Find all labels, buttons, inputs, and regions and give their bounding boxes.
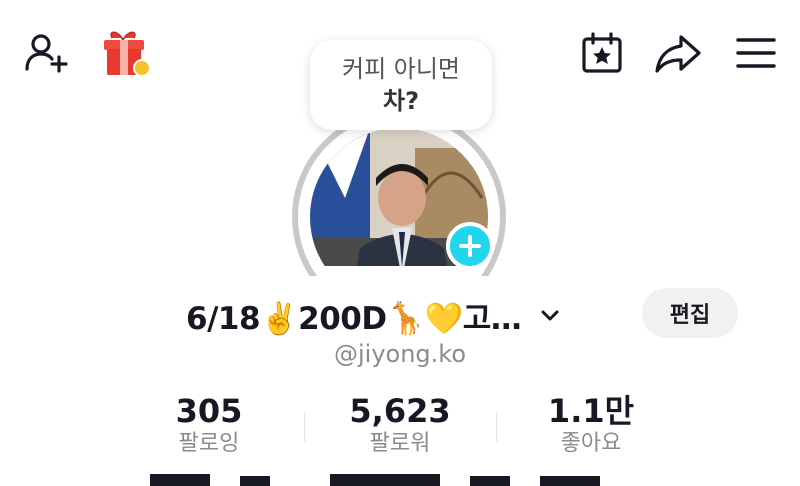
stat-divider [496,412,497,442]
stat-following[interactable]: 305 팔로잉 [124,392,294,458]
display-name: 6/18✌️200D🦒💛고… [186,300,522,337]
add-story-button[interactable] [446,222,494,270]
person-add-icon [25,34,68,73]
followers-label: 팔로워 [369,431,431,456]
following-count: 305 [175,392,243,430]
menu-button[interactable] [732,30,780,76]
bio-text-cutoff [140,466,660,486]
calendar-star-icon [582,32,622,73]
profile-photo [310,128,488,266]
username: @jiyong.ko [333,340,467,368]
edit-profile-button[interactable]: 편집 [642,288,738,338]
plus-icon [459,235,481,257]
note-text-line1: 커피 아니면 [341,55,461,83]
likes-count: 1.1만 [547,392,635,430]
followers-count: 5,623 [349,392,451,430]
following-label: 팔로잉 [178,431,240,456]
note-bubble[interactable]: 커피 아니면 차? [310,40,492,130]
gift-icon [104,31,151,77]
add-friend-button[interactable] [22,30,72,76]
share-arrow-icon [655,35,701,73]
stat-likes: 1.1만 좋아요 [506,392,676,458]
stat-divider [304,412,305,442]
chevron-down-icon[interactable] [539,304,561,326]
gift-button[interactable] [98,28,154,80]
hamburger-menu-icon [736,38,776,68]
calendar-button[interactable] [578,30,626,76]
stat-followers[interactable]: 5,623 팔로워 [315,392,485,458]
likes-label: 좋아요 [560,431,622,456]
display-name-row[interactable]: 6/18✌️200D🦒💛고… [186,290,561,340]
share-button[interactable] [652,30,704,76]
note-text-line2: 차? [382,87,419,115]
